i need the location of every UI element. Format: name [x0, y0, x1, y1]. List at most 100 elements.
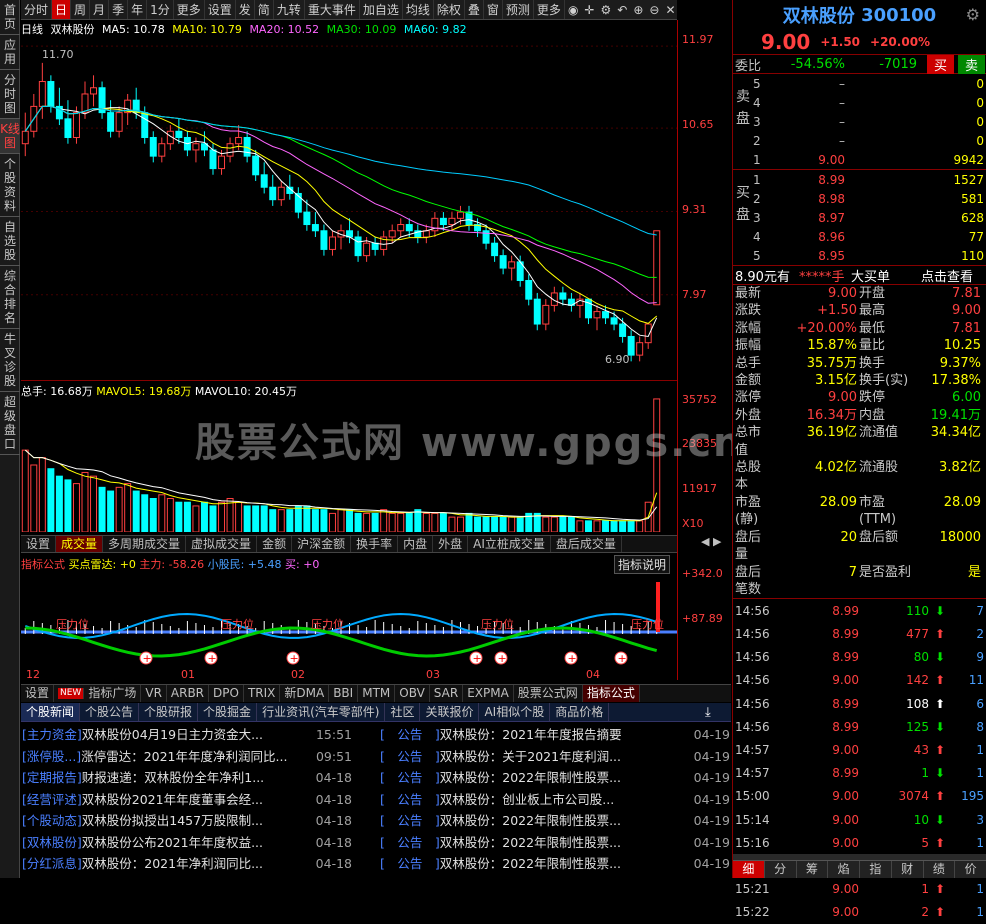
orderbook-row[interactable]: 1 9.00 9942	[733, 150, 986, 169]
tick-row[interactable]: 14:56 8.99 477 ⬆ 2	[733, 623, 986, 646]
indicator-tab[interactable]: 设置	[21, 685, 55, 702]
tick-row[interactable]: 15:00 9.00 3074 ⬆ 195	[733, 785, 986, 808]
tick-row[interactable]: 14:57 8.99 1 ⬇ 1	[733, 762, 986, 785]
gear-icon[interactable]: ⚙	[966, 5, 980, 24]
sidebar-tab[interactable]: 牛叉诊股	[0, 329, 20, 392]
volume-tab-arrows[interactable]: ◀ ▶	[701, 535, 731, 553]
toolbar-item[interactable]: 均线	[403, 0, 434, 19]
news-tab[interactable]: 个股新闻	[21, 703, 81, 721]
tick-row[interactable]: 15:21 9.00 1 ⬆ 1	[733, 878, 986, 901]
sidebar-tab[interactable]: 应用	[0, 35, 20, 70]
orderbook-row[interactable]: 5 – 0	[733, 74, 986, 93]
right-tab[interactable]: 价	[955, 861, 986, 878]
undo-icon[interactable]: ↶	[614, 0, 630, 19]
volume-tab[interactable]: 盘后成交量	[551, 536, 622, 552]
indicator-tab[interactable]: OBV	[395, 685, 430, 702]
toolbar-item[interactable]: 分时	[21, 0, 53, 19]
news-title[interactable]: 涨停雷达：2021年年度净利润同比...	[81, 746, 312, 768]
toolbar-item[interactable]: 除权	[434, 0, 465, 19]
right-tab[interactable]: 分	[765, 861, 797, 878]
indicator-tab[interactable]: VR	[141, 685, 167, 702]
news-tab[interactable]: 个股掘金	[198, 703, 258, 721]
kline-chart[interactable]	[21, 38, 677, 380]
buy-button[interactable]: 买	[927, 54, 955, 74]
indicator-tab[interactable]: EXPMA	[463, 685, 514, 702]
indicator-tab[interactable]: DPO	[209, 685, 244, 702]
orderbook-row[interactable]: 4 8.96 77	[733, 227, 986, 246]
news-title[interactable]: 双林股份公布2021年年度权益...	[82, 832, 312, 854]
toolbar-item[interactable]: 月	[90, 0, 110, 19]
toolbar-item[interactable]: 更多	[534, 0, 565, 19]
toolbar-item[interactable]: 窗	[484, 0, 503, 19]
news-tab[interactable]: 行业资讯(汽车零部件)	[257, 703, 386, 721]
indicator-chart[interactable]: 压力位 压力位 压力位 压力位 压力位 + + + + + + +	[21, 572, 677, 668]
toolbar-item[interactable]: 九转	[274, 0, 305, 19]
sidebar-tab[interactable]: K线图	[0, 119, 20, 154]
sidebar-tab[interactable]: 首页	[0, 0, 20, 35]
indicator-tab[interactable]: 股票公式网	[514, 685, 583, 702]
toolbar-item[interactable]: 重大事件	[305, 0, 360, 19]
sidebar-tab[interactable]: 超级盘口	[0, 392, 20, 455]
right-tab[interactable]: 绩	[924, 861, 956, 878]
toolbar-item[interactable]: 预测	[503, 0, 534, 19]
news-item[interactable]: [ 公告 ] 双林股份：2022年限制性股票... 04-19	[380, 853, 730, 875]
news-item[interactable]: [ 公告 ] 双林股份：创业板上市公司股... 04-19	[380, 789, 730, 811]
indicator-tab[interactable]: ARBR	[167, 685, 210, 702]
news-item[interactable]: [ 公告 ] 双林股份：2022年限制性股票... 04-19	[380, 767, 730, 789]
volume-tab[interactable]: AI立桩成交量	[468, 536, 551, 552]
tick-row[interactable]: 14:56 9.00 142 ⬆ 11	[733, 669, 986, 692]
news-title[interactable]: 双林股份：2022年限制性股票...	[440, 767, 690, 789]
toolbar-item[interactable]: 更多	[174, 0, 205, 19]
zoom-out-icon[interactable]: ⊖	[646, 0, 662, 19]
view-detail-link[interactable]: 点击查看	[921, 266, 973, 285]
sidebar-tab[interactable]: 分时图	[0, 70, 20, 119]
toolbar-item[interactable]: 叠	[465, 0, 484, 19]
volume-tab[interactable]: 内盘	[398, 536, 434, 552]
news-item[interactable]: [ 公告 ] 双林股份：2021年年度报告摘要 04-19	[380, 724, 730, 746]
tick-row[interactable]: 15:22 9.00 2 ⬆ 1	[733, 901, 986, 924]
orderbook-row[interactable]: 5 8.95 110	[733, 246, 986, 265]
tick-row[interactable]: 14:56 8.99 125 ⬇ 8	[733, 715, 986, 738]
news-tab[interactable]: 个股研报	[139, 703, 199, 721]
toolbar-item[interactable]: 发	[236, 0, 255, 19]
indicator-tab[interactable]: TRIX	[244, 685, 281, 702]
news-item[interactable]: [经营评述] 双林股份2021年年度董事会经... 04-18	[22, 789, 352, 811]
news-title[interactable]: 双林股份拟授出1457万股限制...	[82, 810, 312, 832]
tick-row[interactable]: 14:56 8.99 80 ⬇ 9	[733, 646, 986, 669]
sidebar-tab[interactable]: 自选股	[0, 217, 20, 266]
volume-tab[interactable]: 外盘	[433, 536, 469, 552]
news-title[interactable]: 双林股份：2021年净利润同比...	[82, 853, 312, 875]
toolbar-item[interactable]: 1分	[147, 0, 174, 19]
tick-row[interactable]: 14:56 8.99 110 ⬇ 7	[733, 599, 986, 622]
volume-tab[interactable]: 金额	[257, 536, 293, 552]
indicator-tab[interactable]: 新DMA	[280, 685, 330, 702]
orderbook-row[interactable]: 3 8.97 628	[733, 208, 986, 227]
news-title[interactable]: 双林股份2021年年度董事会经...	[82, 789, 312, 811]
news-item[interactable]: [定期报告] 财报速递：双林股份全年净利1... 04-18	[22, 767, 352, 789]
news-item[interactable]: [ 公告 ] 双林股份：2022年限制性股票... 04-19	[380, 810, 730, 832]
news-title[interactable]: 双林股份：2022年限制性股票...	[440, 853, 690, 875]
indicator-tab[interactable]: MTM	[358, 685, 396, 702]
orderbook-row[interactable]: 3 – 0	[733, 112, 986, 131]
sidebar-tab[interactable]: 个股资料	[0, 154, 20, 217]
news-item[interactable]: [主力资金] 双林股份04月19日主力资金大... 15:51	[22, 724, 352, 746]
indicator-tab[interactable]: 指标广场	[84, 685, 142, 702]
toolbar-item[interactable]: 加自选	[360, 0, 403, 19]
news-tab[interactable]: 个股公告	[80, 703, 140, 721]
news-item[interactable]: [涨停股...] 涨停雷达：2021年年度净利润同比... 09:51	[22, 746, 352, 768]
sidebar-tab[interactable]: 综合排名	[0, 266, 20, 329]
volume-tab[interactable]: 多周期成交量	[103, 536, 187, 552]
news-title[interactable]: 双林股份：2021年年度报告摘要	[440, 724, 690, 746]
eye-icon[interactable]: ◉	[565, 0, 581, 19]
toolbar-item[interactable]: 周	[71, 0, 91, 19]
right-tab[interactable]: 财	[892, 861, 924, 878]
news-title[interactable]: 双林股份：创业板上市公司股...	[440, 789, 690, 811]
news-tab[interactable]: 关联报价	[420, 703, 480, 721]
indicator-tab[interactable]: SAR	[430, 685, 464, 702]
toolbar-item[interactable]: 年	[128, 0, 148, 19]
news-tab[interactable]: 社区	[385, 703, 421, 721]
tick-row[interactable]: 14:56 8.99 108 ⬆ 6	[733, 692, 986, 715]
news-title[interactable]: 双林股份04月19日主力资金大...	[82, 724, 312, 746]
tick-row[interactable]: 15:14 9.00 10 ⬇ 3	[733, 808, 986, 831]
volume-tab[interactable]: 设置	[21, 536, 57, 552]
